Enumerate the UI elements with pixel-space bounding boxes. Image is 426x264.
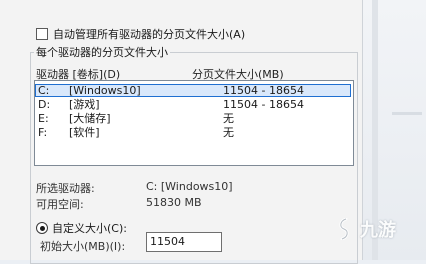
drive-label: [软件] — [69, 126, 100, 139]
drive-letter: E: — [38, 112, 49, 125]
initial-size-label: 初始大小(MB)(I): — [40, 240, 126, 253]
selected-drive-value: C: [Windows10] — [146, 180, 233, 193]
drive-row-e[interactable]: E: [大储存] 无 — [35, 112, 353, 125]
group-title: 每个驱动器的分页文件大小 — [34, 44, 170, 60]
drive-size: 无 — [223, 112, 234, 125]
drive-label: [Windows10] — [69, 84, 141, 97]
drive-row-c[interactable]: C: [Windows10] 11504 - 18654 — [35, 84, 353, 97]
drive-letter: F: — [38, 126, 48, 139]
watermark-logo-icon — [339, 218, 349, 240]
drive-row-f[interactable]: F: [软件] 无 — [35, 126, 353, 139]
drive-letter: D: — [38, 98, 51, 111]
watermark: 九游 — [336, 216, 396, 242]
auto-manage-checkbox[interactable] — [36, 28, 48, 40]
drive-letter: C: — [38, 84, 50, 97]
auto-manage-checkbox-row[interactable]: 自动管理所有驱动器的分页文件大小(A) — [36, 26, 245, 42]
watermark-text: 九游 — [360, 220, 396, 241]
drive-list[interactable]: C: [Windows10] 11504 - 18654 D: [游戏] 115… — [34, 80, 354, 166]
free-space-value: 51830 MB — [146, 196, 202, 209]
drive-row-d[interactable]: D: [游戏] 11504 - 18654 — [35, 98, 353, 111]
background-divider — [392, 112, 422, 115]
radio-selected-dot — [39, 225, 45, 231]
free-space-label: 可用空间: — [36, 198, 84, 211]
drive-size: 无 — [223, 126, 234, 139]
drive-size: 11504 - 18654 — [223, 84, 304, 97]
drive-label: [游戏] — [69, 98, 100, 111]
custom-size-radio[interactable] — [36, 222, 48, 234]
custom-size-radio-row[interactable]: 自定义大小(C): — [36, 220, 127, 236]
selected-drive-label: 所选驱动器: — [36, 182, 95, 195]
auto-manage-label: 自动管理所有驱动器的分页文件大小(A) — [53, 28, 246, 41]
custom-size-label: 自定义大小(C): — [52, 222, 127, 235]
virtual-memory-dialog: 自动管理所有驱动器的分页文件大小(A) 每个驱动器的分页文件大小 驱动器 [卷标… — [0, 0, 363, 264]
drive-label: [大储存] — [69, 112, 111, 125]
initial-size-input[interactable]: 11504 — [146, 232, 222, 252]
drive-size: 11504 - 18654 — [223, 98, 304, 111]
